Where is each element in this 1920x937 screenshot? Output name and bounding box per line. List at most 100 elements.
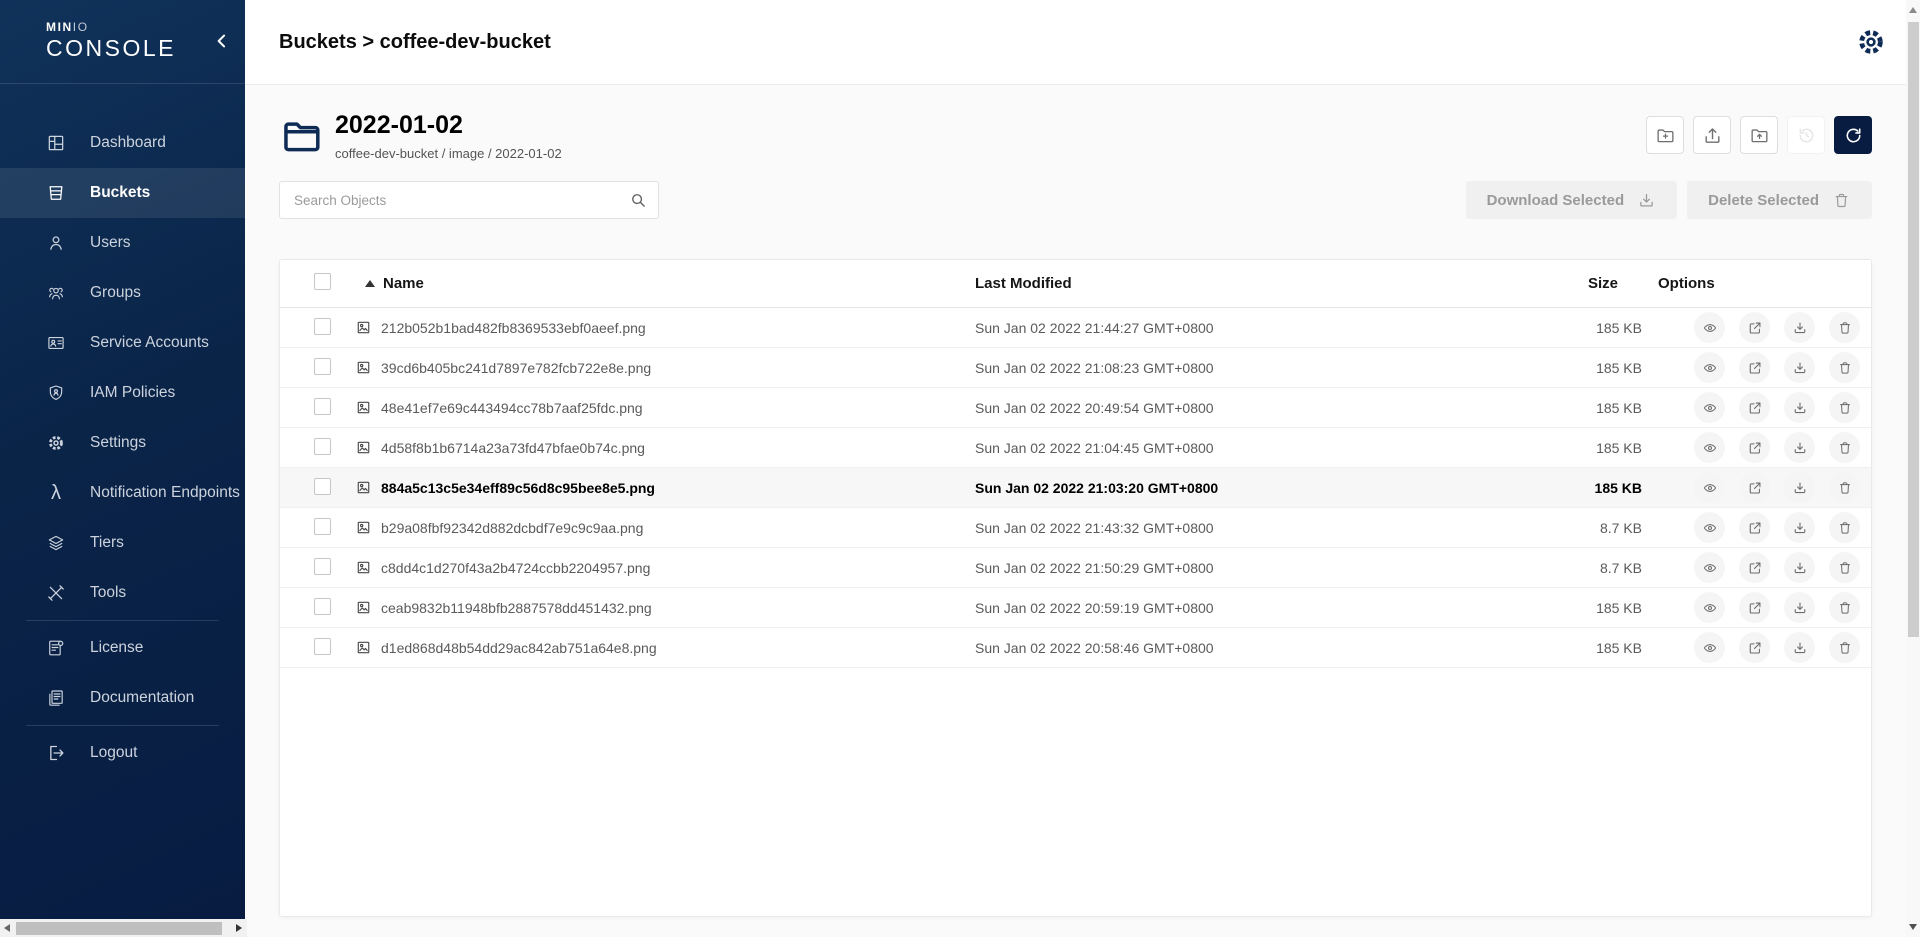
scroll-right-arrow-icon[interactable]	[236, 924, 242, 932]
object-name[interactable]: 4d58f8b1b6714a23a73fd47bfae0b74c.png	[381, 440, 645, 456]
preview-object-button[interactable]	[1694, 352, 1725, 383]
row-checkbox[interactable]	[314, 518, 331, 535]
download-object-button[interactable]	[1784, 552, 1815, 583]
column-header-last-modified[interactable]: Last Modified	[975, 275, 1405, 292]
table-row[interactable]: c8dd4c1d270f43a2b4724ccbb2204957.png Sun…	[280, 548, 1871, 588]
object-name[interactable]: 884a5c13c5e34eff89c56d8c95bee8e5.png	[381, 480, 655, 496]
preview-object-button[interactable]	[1694, 512, 1725, 543]
sidebar-item-license[interactable]: License	[0, 623, 245, 673]
scroll-up-arrow-icon[interactable]	[1909, 7, 1917, 13]
table-row[interactable]: 212b052b1bad482fb8369533ebf0aeef.png Sun…	[280, 308, 1871, 348]
horizontal-scrollbar-thumb[interactable]	[16, 922, 222, 935]
object-name[interactable]: 48e41ef7e69c443494cc78b7aaf25fdc.png	[381, 400, 643, 416]
object-name[interactable]: 39cd6b405bc241d7897e782fcb722e8e.png	[381, 360, 651, 376]
delete-object-button[interactable]	[1829, 632, 1860, 663]
column-header-name[interactable]: Name	[335, 275, 975, 292]
object-path-breadcrumb[interactable]: coffee-dev-bucket / image / 2022-01-02	[335, 146, 562, 161]
sidebar-item-logout[interactable]: Logout	[0, 728, 245, 778]
share-object-button[interactable]	[1739, 432, 1770, 463]
share-object-button[interactable]	[1739, 352, 1770, 383]
delete-object-button[interactable]	[1829, 432, 1860, 463]
download-object-button[interactable]	[1784, 432, 1815, 463]
object-name[interactable]: 212b052b1bad482fb8369533ebf0aeef.png	[381, 320, 646, 336]
preview-object-button[interactable]	[1694, 392, 1725, 423]
download-object-button[interactable]	[1784, 312, 1815, 343]
sidebar-collapse-button[interactable]	[212, 31, 232, 51]
column-header-size[interactable]: Size	[1405, 275, 1646, 292]
download-selected-button[interactable]: Download Selected	[1466, 181, 1678, 219]
sidebar-item-tiers[interactable]: Tiers	[0, 518, 245, 568]
delete-object-button[interactable]	[1829, 512, 1860, 543]
sidebar-item-tools[interactable]: Tools	[0, 568, 245, 618]
sidebar-item-documentation[interactable]: Documentation	[0, 673, 245, 723]
share-object-button[interactable]	[1739, 592, 1770, 623]
row-checkbox[interactable]	[314, 438, 331, 455]
preview-object-button[interactable]	[1694, 632, 1725, 663]
sidebar-item-dashboard[interactable]: Dashboard	[0, 118, 245, 168]
delete-object-button[interactable]	[1829, 472, 1860, 503]
row-checkbox[interactable]	[314, 478, 331, 495]
share-object-button[interactable]	[1739, 512, 1770, 543]
delete-selected-button[interactable]: Delete Selected	[1687, 181, 1872, 219]
preview-object-button[interactable]	[1694, 592, 1725, 623]
breadcrumb[interactable]: Buckets > coffee-dev-bucket	[279, 31, 551, 54]
scroll-left-arrow-icon[interactable]	[4, 924, 10, 932]
table-row[interactable]: 48e41ef7e69c443494cc78b7aaf25fdc.png Sun…	[280, 388, 1871, 428]
select-all-checkbox[interactable]	[314, 273, 331, 290]
table-row[interactable]: 39cd6b405bc241d7897e782fcb722e8e.png Sun…	[280, 348, 1871, 388]
rewind-button[interactable]	[1787, 116, 1825, 154]
sidebar-item-groups[interactable]: Groups	[0, 268, 245, 318]
sidebar-item-buckets[interactable]: Buckets	[0, 168, 245, 218]
download-object-button[interactable]	[1784, 352, 1815, 383]
table-row[interactable]: ceab9832b11948bfb2887578dd451432.png Sun…	[280, 588, 1871, 628]
sidebar-item-iam-policies[interactable]: IAM Policies	[0, 368, 245, 418]
table-row[interactable]: d1ed868d48b54dd29ac842ab751a64e8.png Sun…	[280, 628, 1871, 668]
download-object-button[interactable]	[1784, 392, 1815, 423]
table-row[interactable]: b29a08fbf92342d882dcbdf7e9c9c9aa.png Sun…	[280, 508, 1871, 548]
upload-file-button[interactable]	[1693, 116, 1731, 154]
new-path-button[interactable]	[1646, 116, 1684, 154]
row-checkbox[interactable]	[314, 598, 331, 615]
share-object-button[interactable]	[1739, 552, 1770, 583]
sidebar-item-settings[interactable]: Settings	[0, 418, 245, 468]
sidebar-item-service-accounts[interactable]: Service Accounts	[0, 318, 245, 368]
preview-object-button[interactable]	[1694, 472, 1725, 503]
delete-object-button[interactable]	[1829, 592, 1860, 623]
share-object-button[interactable]	[1739, 632, 1770, 663]
download-object-button[interactable]	[1784, 592, 1815, 623]
delete-object-button[interactable]	[1829, 312, 1860, 343]
download-object-button[interactable]	[1784, 472, 1815, 503]
delete-object-button[interactable]	[1829, 552, 1860, 583]
row-checkbox[interactable]	[314, 358, 331, 375]
vertical-scrollbar-thumb[interactable]	[1908, 22, 1919, 637]
object-name[interactable]: c8dd4c1d270f43a2b4724ccbb2204957.png	[381, 560, 650, 576]
preview-object-button[interactable]	[1694, 312, 1725, 343]
vertical-scrollbar[interactable]	[1906, 0, 1920, 937]
object-name[interactable]: b29a08fbf92342d882dcbdf7e9c9c9aa.png	[381, 520, 643, 536]
delete-object-button[interactable]	[1829, 352, 1860, 383]
table-row-highlighted[interactable]: 884a5c13c5e34eff89c56d8c95bee8e5.png Sun…	[280, 468, 1871, 508]
table-row[interactable]: 4d58f8b1b6714a23a73fd47bfae0b74c.png Sun…	[280, 428, 1871, 468]
scroll-down-arrow-icon[interactable]	[1909, 924, 1917, 930]
upload-folder-button[interactable]	[1740, 116, 1778, 154]
refresh-button[interactable]	[1834, 116, 1872, 154]
row-checkbox[interactable]	[314, 398, 331, 415]
delete-object-button[interactable]	[1829, 392, 1860, 423]
gear-icon[interactable]	[1854, 25, 1888, 59]
download-object-button[interactable]	[1784, 632, 1815, 663]
share-object-button[interactable]	[1739, 392, 1770, 423]
row-checkbox[interactable]	[314, 318, 331, 335]
sidebar-item-notification-endpoints[interactable]: λ Notification Endpoints	[0, 468, 245, 518]
search-input[interactable]	[279, 181, 659, 219]
download-object-button[interactable]	[1784, 512, 1815, 543]
object-name[interactable]: d1ed868d48b54dd29ac842ab751a64e8.png	[381, 640, 657, 656]
horizontal-scrollbar[interactable]	[0, 919, 247, 937]
row-checkbox[interactable]	[314, 638, 331, 655]
share-object-button[interactable]	[1739, 312, 1770, 343]
sidebar-item-users[interactable]: Users	[0, 218, 245, 268]
row-checkbox[interactable]	[314, 558, 331, 575]
share-object-button[interactable]	[1739, 472, 1770, 503]
preview-object-button[interactable]	[1694, 552, 1725, 583]
object-name[interactable]: ceab9832b11948bfb2887578dd451432.png	[381, 600, 652, 616]
preview-object-button[interactable]	[1694, 432, 1725, 463]
